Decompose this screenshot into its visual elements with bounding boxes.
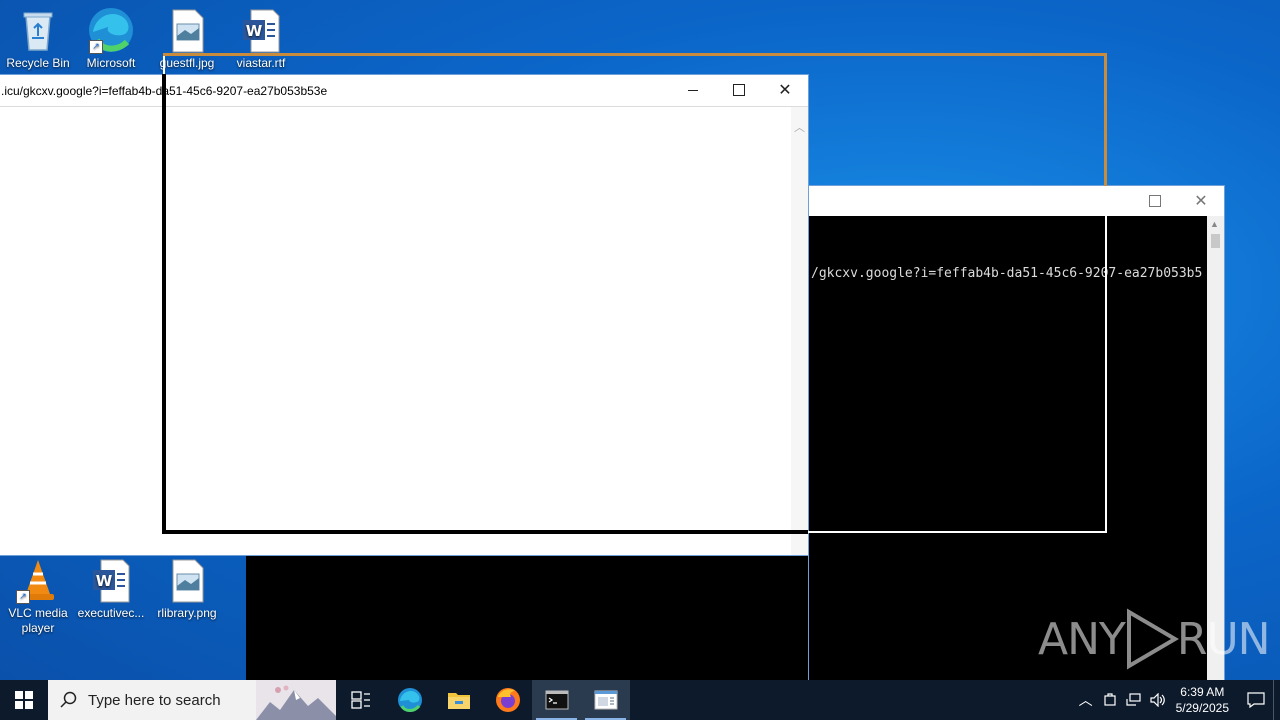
close-icon: ✕ (778, 82, 792, 99)
popup-minimize-button[interactable] (670, 75, 716, 105)
desktop: Recycle Bin ↗ Microsoft guestfl.jpg W vi… (0, 0, 1280, 720)
windows-logo-icon (15, 691, 33, 709)
taskbar: Type here to search ︿ 6:39 AM 5/29/2025 (0, 680, 1280, 720)
anyrun-watermark: ANY RUN (1038, 608, 1271, 670)
taskbar-cmd-button[interactable] (532, 680, 581, 720)
notification-icon[interactable] (1239, 680, 1273, 720)
console-scroll-thumb[interactable] (1211, 234, 1220, 248)
desktop-icon-label: rlibrary.png (157, 606, 217, 620)
show-desktop-button[interactable] (1273, 680, 1280, 720)
popup-title-url: .icu/gkcxv.google?i=feffab4b-da51-45c6-9… (1, 84, 328, 98)
task-view-icon (350, 691, 370, 709)
edge-icon: ↗ (87, 6, 135, 54)
desktop-icon-label: Recycle Bin (6, 56, 70, 70)
clock-time: 6:39 AM (1180, 685, 1225, 699)
scroll-up-icon[interactable]: ▲ (1210, 219, 1219, 229)
popup-titlebar[interactable]: .icu/gkcxv.google?i=feffab4b-da51-45c6-9… (0, 75, 808, 107)
close-icon: ✕ (1194, 193, 1208, 210)
image-file-icon (163, 6, 211, 54)
word-doc-icon: W (87, 556, 135, 604)
taskbar-edge-button[interactable] (385, 680, 434, 720)
play-logo-icon (1126, 608, 1179, 670)
cmd-icon (545, 690, 568, 710)
console-line: /gkcxv.google?i=feffab4b-da51-45c6-9207-… (811, 266, 1203, 281)
desktop-icon-viastar[interactable]: W viastar.rtf (223, 6, 299, 71)
task-view-button[interactable] (336, 680, 385, 720)
taskbar-search-box[interactable]: Type here to search (48, 680, 336, 720)
volume-icon[interactable] (1146, 680, 1170, 720)
watermark-text-right: RUN (1176, 613, 1271, 665)
search-placeholder: Type here to search (88, 691, 221, 709)
popup-maximize-button[interactable] (716, 75, 762, 105)
minimize-icon (688, 89, 698, 91)
security-icon[interactable] (1098, 680, 1122, 720)
svg-text:W: W (96, 572, 113, 590)
desktop-icon-label: executivec... (77, 606, 145, 620)
svg-text:W: W (246, 22, 263, 40)
desktop-icon-label: Microsoft (86, 56, 136, 70)
search-highlight-image (256, 680, 336, 720)
watermark-text-left: ANY (1038, 613, 1126, 665)
search-icon (60, 691, 77, 708)
edge-icon (397, 688, 422, 712)
maximize-icon (733, 84, 745, 96)
popup-content-area (0, 107, 790, 555)
console-maximize-button[interactable] (1132, 186, 1178, 216)
taskbar-clock[interactable]: 6:39 AM 5/29/2025 (1176, 684, 1229, 716)
popup-close-button[interactable]: ✕ (762, 75, 808, 105)
word-doc-icon: W (237, 6, 285, 54)
image-file-icon (163, 556, 211, 604)
window-app-icon (594, 690, 617, 710)
desktop-icon-vlc[interactable]: ↗ VLC media player (0, 556, 76, 636)
desktop-icon-rlibrary[interactable]: rlibrary.png (149, 556, 225, 621)
desktop-icon-label: VLC media player (8, 606, 68, 635)
desktop-icon-guestfl[interactable]: guestfl.jpg (149, 6, 225, 71)
desktop-icon-label: guestfl.jpg (159, 56, 215, 70)
desktop-icon-edge[interactable]: ↗ Microsoft (73, 6, 149, 71)
desktop-icon-label: viastar.rtf (236, 56, 286, 70)
firefox-icon (495, 688, 520, 712)
recycle-bin-icon (14, 6, 62, 54)
popup-scrollbar[interactable]: ︿ (791, 107, 808, 555)
chevron-up-icon[interactable]: ︿ (794, 119, 805, 135)
desktop-icon-executivec[interactable]: W executivec... (73, 556, 149, 621)
console-titlebar[interactable]: ✕ (809, 186, 1224, 216)
taskbar-firefox-button[interactable] (483, 680, 532, 720)
network-icon[interactable] (1122, 680, 1146, 720)
start-button[interactable] (0, 680, 48, 720)
vlc-icon: ↗ (14, 556, 62, 604)
maximize-icon (1149, 195, 1161, 207)
system-tray: ︿ 6:39 AM 5/29/2025 (1074, 680, 1280, 720)
desktop-icon-recycle-bin[interactable]: Recycle Bin (0, 6, 76, 71)
taskbar-file-explorer-button[interactable] (434, 680, 483, 720)
clock-date: 5/29/2025 (1175, 701, 1229, 715)
file-explorer-icon (447, 693, 470, 709)
chevron-up-icon[interactable]: ︿ (1074, 680, 1098, 720)
console-close-button[interactable]: ✕ (1178, 186, 1224, 216)
popup-browser-window[interactable]: .icu/gkcxv.google?i=feffab4b-da51-45c6-9… (0, 74, 809, 556)
taskbar-window-button[interactable] (581, 680, 630, 720)
